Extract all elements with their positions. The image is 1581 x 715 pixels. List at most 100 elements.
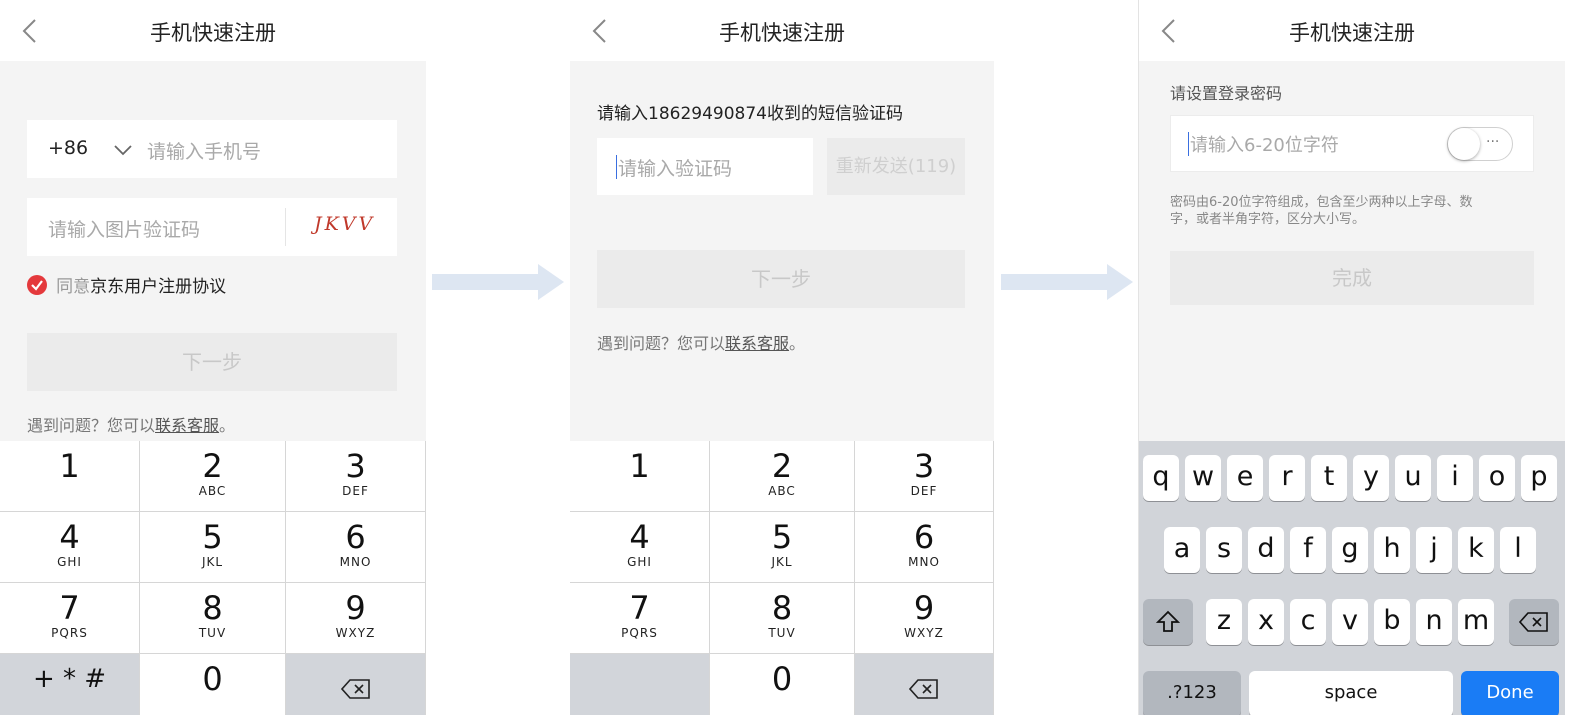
key-numbers[interactable]: .?123: [1143, 671, 1241, 715]
key-done[interactable]: Done: [1461, 671, 1559, 715]
agreement-link[interactable]: 京东用户注册协议: [90, 277, 226, 297]
key-m[interactable]: m: [1458, 599, 1494, 645]
contact-service-link[interactable]: 联系客服: [725, 334, 789, 353]
code-field[interactable]: 请输入验证码: [597, 138, 813, 195]
key-k[interactable]: k: [1458, 527, 1494, 573]
next-button[interactable]: 下一步: [597, 250, 965, 308]
key-0[interactable]: 0: [140, 654, 286, 715]
key-o[interactable]: o: [1479, 455, 1515, 501]
key-n[interactable]: n: [1416, 599, 1452, 645]
rule-line: 密码由6-20位字符组成，包含至少两种以上字母、数: [1170, 195, 1473, 210]
key-g[interactable]: g: [1332, 527, 1368, 573]
captcha-input[interactable]: 请输入图片验证码: [48, 215, 200, 242]
phone-field[interactable]: +86 请输入手机号: [27, 120, 397, 178]
key-t[interactable]: t: [1311, 455, 1347, 501]
key-z[interactable]: z: [1206, 599, 1242, 645]
password-field[interactable]: 请输入6-20位字符 ···: [1170, 115, 1534, 172]
captcha-field[interactable]: 请输入图片验证码 JKVV: [27, 198, 397, 256]
chevron-down-icon[interactable]: [113, 144, 133, 156]
key-a[interactable]: a: [1164, 527, 1200, 573]
show-password-toggle[interactable]: ···: [1447, 127, 1513, 161]
next-button[interactable]: 下一步: [27, 333, 397, 391]
key-5[interactable]: 5 JKL: [140, 512, 286, 583]
help-text: 遇到问题？您可以联系客服。: [27, 412, 235, 436]
done-button[interactable]: 完成: [1170, 251, 1534, 305]
key-delete[interactable]: [1509, 599, 1559, 645]
key-2[interactable]: 2 ABC: [140, 441, 286, 512]
text-cursor: [616, 155, 617, 179]
help-prefix: 遇到问题？您可以: [27, 416, 156, 435]
key-9[interactable]: 9 WXYZ: [286, 583, 426, 654]
divider: [285, 208, 286, 246]
key-j[interactable]: j: [1416, 527, 1452, 573]
screen-set-password: 手机快速注册 请设置登录密码 请输入6-20位字符 ··· 密码由6-20位字符…: [1138, 0, 1565, 715]
key-delete[interactable]: [286, 654, 426, 715]
key-7[interactable]: 7 PQRS: [570, 583, 710, 654]
number-pad: 1 2 ABC 3 DEF 4 GHI 5 JKL 6 MNO 7 PQRS 8 TUV 9W…: [0, 441, 426, 715]
key-7[interactable]: 7 PQRS: [0, 583, 140, 654]
key-i[interactable]: i: [1437, 455, 1473, 501]
screen-sms-code: 手机快速注册 请输入18629490874收到的短信验证码 请输入验证码 重新发…: [570, 0, 994, 715]
key-3[interactable]: 3 DEF: [855, 441, 994, 512]
key-2[interactable]: 2 ABC: [710, 441, 855, 512]
dots-icon: ···: [1486, 134, 1500, 150]
password-input[interactable]: 请输入6-20位字符: [1190, 131, 1339, 157]
number-pad: 1 2 ABC 3 DEF 4 GHI 5 JKL 6 MNO 7 PQRS 8 TUV 9W…: [570, 441, 994, 715]
key-5[interactable]: 5 JKL: [710, 512, 855, 583]
key-8[interactable]: 8 TUV: [140, 583, 286, 654]
contact-service-link[interactable]: 联系客服: [155, 416, 219, 435]
arrow-right-icon: [1001, 264, 1133, 300]
key-4[interactable]: 4 GHI: [570, 512, 710, 583]
key-space[interactable]: space: [1249, 671, 1453, 715]
key-r[interactable]: r: [1269, 455, 1305, 501]
check-circle-icon[interactable]: [27, 274, 47, 295]
flow-stage: 手机快速注册 +86 请输入手机号 请输入图片验证码 JKVV 同意京东用户注册…: [0, 0, 1581, 715]
key-v[interactable]: v: [1332, 599, 1368, 645]
key-delete[interactable]: [855, 654, 994, 715]
help-text: 遇到问题？您可以联系客服。: [597, 330, 805, 354]
key-0[interactable]: 0: [710, 654, 855, 715]
shift-icon: [1155, 610, 1181, 632]
key-1[interactable]: 1: [570, 441, 710, 512]
key-6[interactable]: 6 MNO: [855, 512, 994, 583]
backspace-icon: [1518, 612, 1548, 632]
key-4[interactable]: 4 GHI: [0, 512, 140, 583]
agree-prefix: 同意: [56, 277, 91, 297]
key-3[interactable]: 3 DEF: [286, 441, 426, 512]
key-x[interactable]: x: [1248, 599, 1284, 645]
page-title: 手机快速注册: [150, 21, 276, 45]
key-s[interactable]: s: [1206, 527, 1242, 573]
sms-instruction: 请输入18629490874收到的短信验证码: [597, 104, 903, 124]
section-title: 请设置登录密码: [1170, 84, 1283, 103]
key-8[interactable]: 8 TUV: [710, 583, 855, 654]
country-code[interactable]: +86: [48, 137, 88, 159]
key-symbols[interactable]: + * #: [0, 654, 140, 715]
backspace-icon: [908, 679, 938, 699]
key-d[interactable]: d: [1248, 527, 1284, 573]
captcha-image[interactable]: JKVV: [314, 213, 375, 235]
key-b[interactable]: b: [1374, 599, 1410, 645]
key-l[interactable]: l: [1500, 527, 1536, 573]
key-9[interactable]: 9 WXYZ: [855, 583, 994, 654]
key-6[interactable]: 6 MNO: [286, 512, 426, 583]
nav-bar: 手机快速注册: [0, 0, 426, 61]
agreement-row[interactable]: 同意京东用户注册协议: [27, 272, 226, 297]
key-e[interactable]: e: [1227, 455, 1263, 501]
key-shift[interactable]: [1143, 599, 1193, 645]
code-input[interactable]: 请输入验证码: [618, 154, 732, 181]
key-h[interactable]: h: [1374, 527, 1410, 573]
arrow-right-icon: [432, 264, 564, 300]
key-y[interactable]: y: [1353, 455, 1389, 501]
screen-phone-entry: 手机快速注册 +86 请输入手机号 请输入图片验证码 JKVV 同意京东用户注册…: [0, 0, 426, 715]
resend-button[interactable]: 重新发送(119): [827, 138, 965, 195]
key-q[interactable]: q: [1143, 455, 1179, 501]
phone-input[interactable]: 请输入手机号: [147, 137, 261, 164]
key-c[interactable]: c: [1290, 599, 1326, 645]
text-cursor: [1188, 132, 1189, 156]
key-1[interactable]: 1: [0, 441, 140, 512]
key-w[interactable]: w: [1185, 455, 1221, 501]
key-f[interactable]: f: [1290, 527, 1326, 573]
help-prefix: 遇到问题？您可以: [597, 334, 726, 353]
key-u[interactable]: u: [1395, 455, 1431, 501]
key-p[interactable]: p: [1521, 455, 1557, 501]
